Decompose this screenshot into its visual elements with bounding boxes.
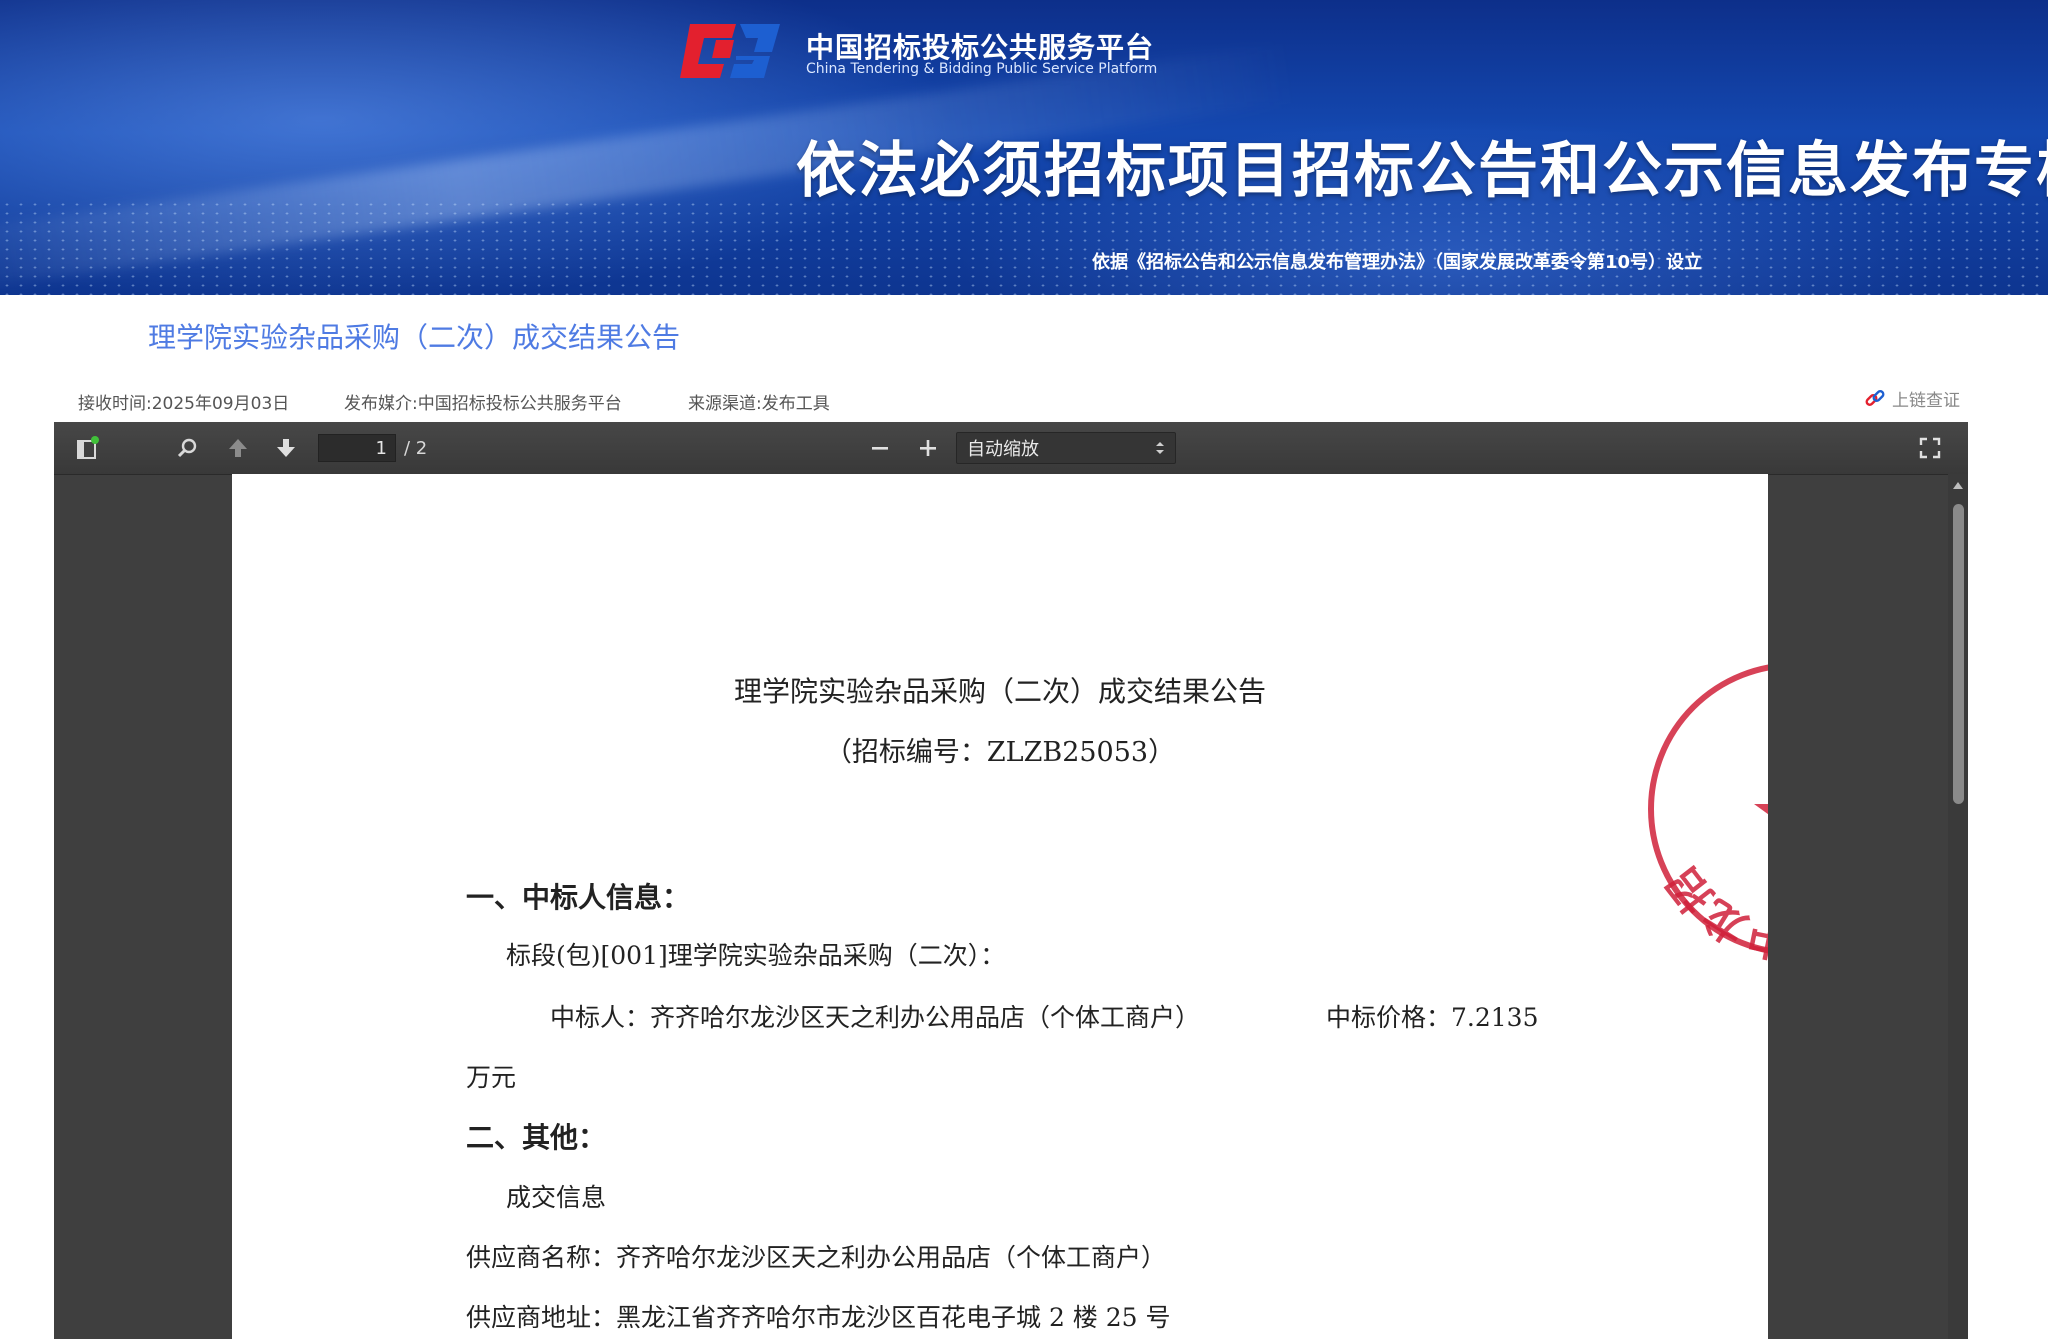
scroll-thumb[interactable] bbox=[1953, 504, 1964, 804]
previous-page-button[interactable] bbox=[224, 434, 252, 462]
pdf-scrollbar[interactable] bbox=[1948, 474, 1968, 1339]
platform-banner: 中国招标投标公共服务平台 China Tendering & Bidding P… bbox=[0, 0, 2048, 295]
pdf-page: 理学院实验杂品采购（二次）成交结果公告 （招标编号：ZLZB25053） 一、中… bbox=[232, 474, 1768, 1339]
banner-dot-pattern bbox=[0, 200, 2048, 295]
document-tender-code: （招标编号：ZLZB25053） bbox=[824, 737, 1176, 768]
section-other-heading: 二、其他： bbox=[466, 1121, 607, 1154]
chain-check-link[interactable]: 上链查证 bbox=[1864, 386, 1960, 411]
seal-text: 齐齐哈尔市中龙招 bbox=[1658, 786, 1768, 964]
section-winner-heading: 一、中标人信息： bbox=[466, 881, 691, 914]
previous-page-icon bbox=[229, 439, 247, 457]
zoom-in-button[interactable] bbox=[914, 434, 942, 462]
zoom-in-icon bbox=[920, 440, 936, 456]
platform-logo-icon bbox=[680, 24, 780, 78]
notice-title: 理学院实验杂品采购（二次）成交结果公告 bbox=[148, 321, 681, 354]
price-line: 中标价格：7.2135 bbox=[1326, 1003, 1539, 1032]
zoom-select-value: 自动缩放 bbox=[967, 439, 1039, 460]
search-icon bbox=[177, 438, 197, 458]
pdf-toolbar: / 2 自动缩放 bbox=[54, 422, 1968, 475]
lot-line: 标段(包)[001]理学院实验杂品采购（二次）： bbox=[506, 941, 1006, 970]
zoom-out-button[interactable] bbox=[866, 434, 894, 462]
page-number-input[interactable] bbox=[318, 434, 396, 462]
next-page-icon bbox=[277, 439, 295, 457]
page-total: / 2 bbox=[404, 438, 428, 459]
chain-check-label: 上链查证 bbox=[1892, 391, 1960, 411]
chain-link-icon bbox=[1865, 389, 1885, 406]
zoom-out-icon bbox=[872, 447, 888, 450]
platform-name-en: China Tendering & Bidding Public Service… bbox=[806, 61, 1158, 77]
banner-title: 依法必须招标项目招标公告和公示信息发布专栏 bbox=[796, 136, 2048, 206]
source-channel: 来源渠道:发布工具 bbox=[688, 394, 830, 414]
banner-subtitle: 依据《招标公告和公示信息发布管理办法》（国家发展改革委令第10号）设立 bbox=[1092, 252, 1703, 273]
document-title: 理学院实验杂品采购（二次）成交结果公告 bbox=[733, 675, 1266, 708]
next-page-button[interactable] bbox=[272, 434, 300, 462]
platform-name-cn: 中国招标投标公共服务平台 bbox=[806, 31, 1155, 64]
zoom-select[interactable]: 自动缩放 bbox=[956, 432, 1176, 464]
sidebar-toggle-icon bbox=[77, 436, 99, 459]
deal-info-label: 成交信息 bbox=[506, 1183, 607, 1212]
winner-line: 中标人：齐齐哈尔龙沙区天之利办公用品店（个体工商户） bbox=[550, 1003, 1201, 1032]
svg-text:齐齐哈尔市中龙招: 齐齐哈尔市中龙招 bbox=[1658, 786, 1768, 964]
find-button[interactable] bbox=[174, 434, 202, 462]
fullscreen-button[interactable] bbox=[1916, 434, 1944, 462]
receive-time: 接收时间:2025年09月03日 bbox=[78, 394, 290, 414]
sidebar-toggle-button[interactable] bbox=[74, 434, 102, 462]
scroll-up-arrow-icon[interactable] bbox=[1953, 482, 1963, 489]
publish-media: 发布媒介:中国招标投标公共服务平台 bbox=[344, 394, 622, 414]
company-seal-stamp: 齐齐哈尔市中龙招 bbox=[1648, 664, 1768, 964]
supplier-address-line: 供应商地址：黑龙江省齐齐哈尔市龙沙区百花电子城 2 楼 25 号 bbox=[466, 1303, 1171, 1332]
select-arrows-icon bbox=[1156, 442, 1164, 454]
pdf-viewer: / 2 自动缩放 理学院实验杂品采购（二次） bbox=[54, 422, 1968, 1339]
fullscreen-icon bbox=[1919, 437, 1941, 459]
price-unit: 万元 bbox=[466, 1063, 517, 1092]
supplier-name-line: 供应商名称：齐齐哈尔龙沙区天之利办公用品店（个体工商户） bbox=[466, 1243, 1167, 1272]
